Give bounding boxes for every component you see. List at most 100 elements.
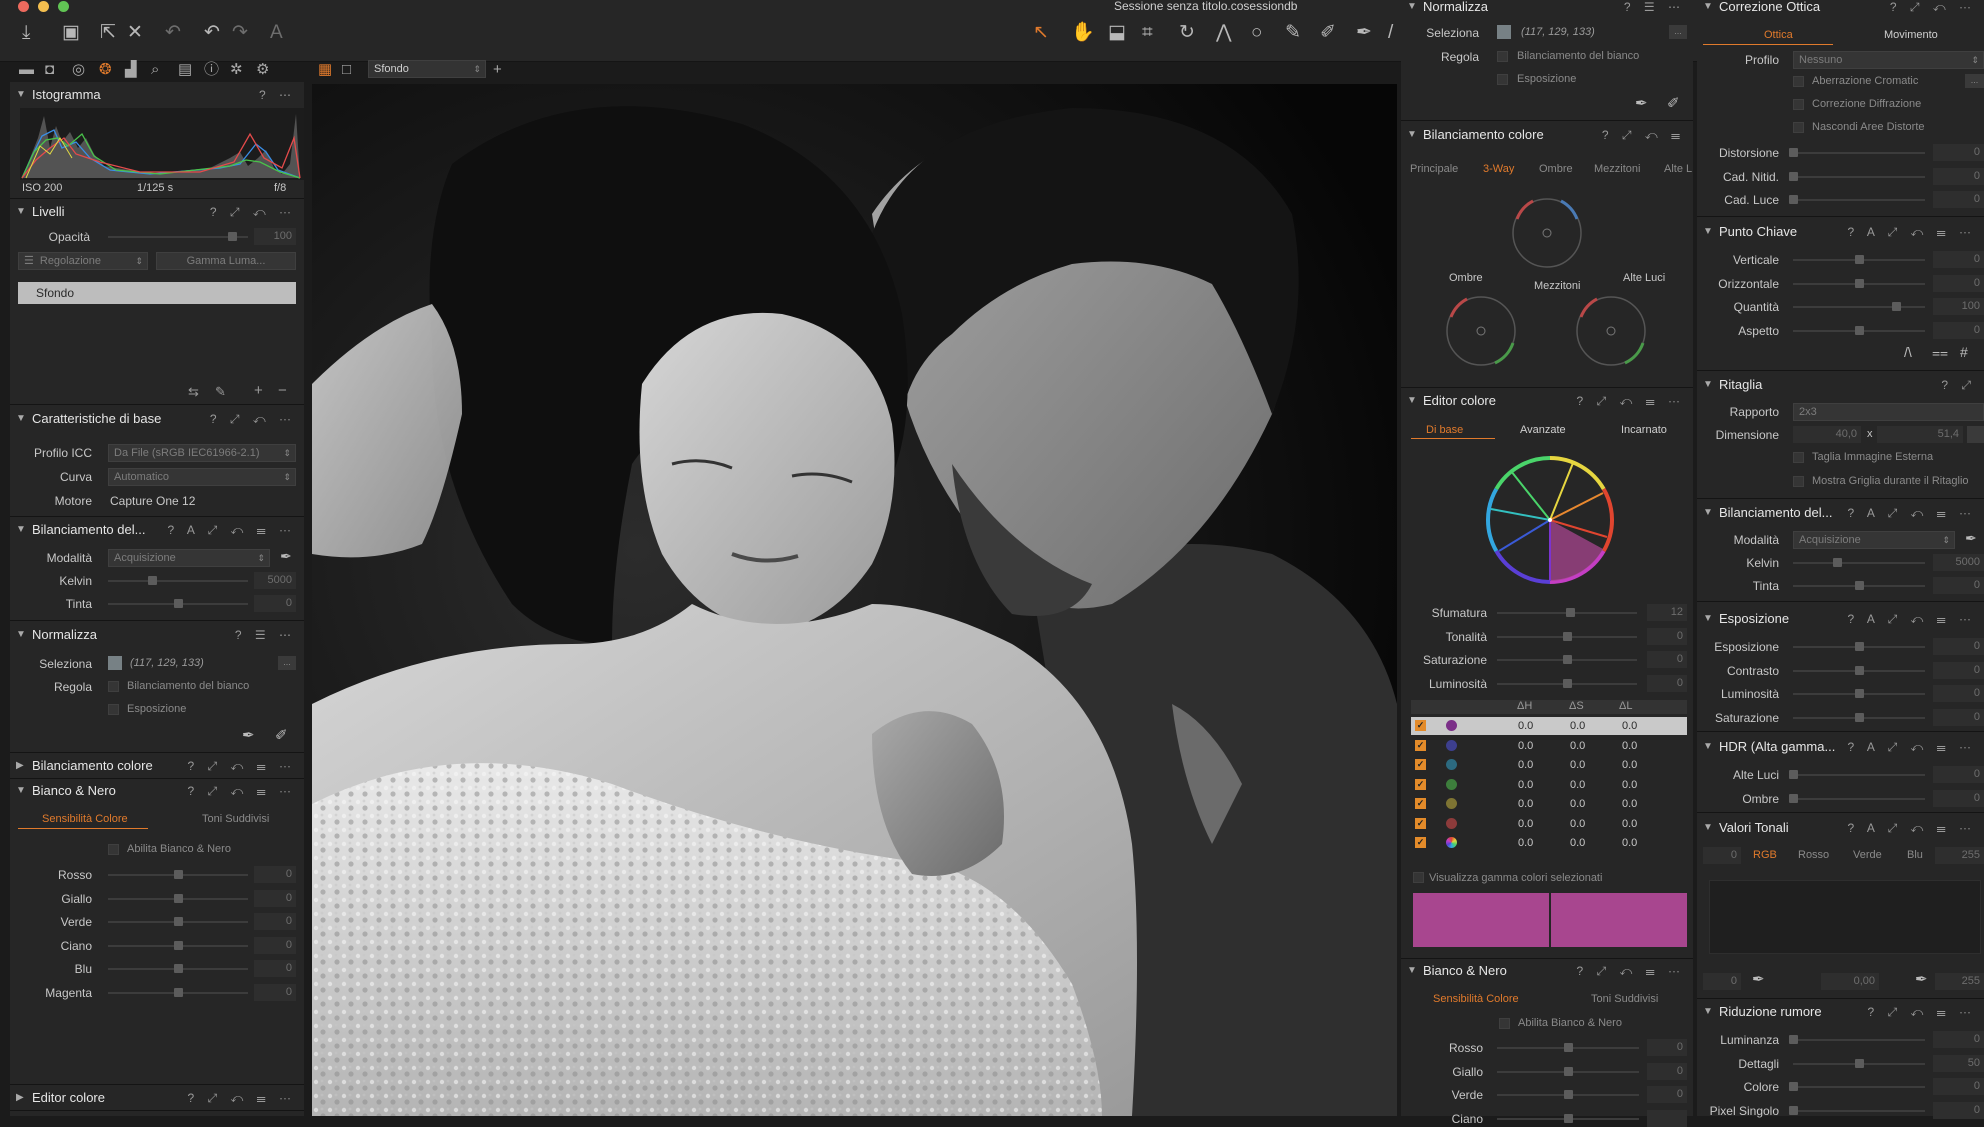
image-viewer[interactable] [312, 84, 1397, 1116]
optics-cad-nitid--slider-knob[interactable] [1789, 171, 1798, 181]
tab-ce-advanced[interactable]: Avanzate [1520, 424, 1566, 436]
tool-options-icon[interactable]: ? ⤢ ↶ ☰ ⋯ [1868, 1000, 1976, 1024]
noise-colore-value[interactable]: 0 [1933, 1078, 1984, 1095]
color-balance-header[interactable]: ▼ Bilanciamento colore ? ⤢ ↶ ☰ [1401, 123, 1693, 147]
keystone-quantit--value[interactable]: 100 [1933, 298, 1984, 315]
diffraction-checkbox[interactable] [1793, 99, 1804, 110]
tab-levels-red[interactable]: Rosso [1798, 849, 1829, 861]
color-range-checkbox[interactable]: ✓ [1415, 817, 1426, 829]
bw-header[interactable]: ▼ Bianco & Nero ? ⤢ ↶ ☰ ⋯ [1401, 959, 1693, 983]
loupe-icon[interactable]: ⬓ [1108, 22, 1126, 44]
tool-options-icon[interactable]: ? ⤢ [1941, 373, 1976, 397]
zoom-window-button[interactable] [58, 1, 69, 12]
bw-ciano-slider-knob[interactable] [1564, 1113, 1573, 1123]
crop-height[interactable]: 51,4 [1877, 426, 1963, 443]
apply-normalize-icon[interactable]: ✐ [1667, 94, 1680, 112]
tint-slider-knob[interactable] [1855, 581, 1864, 590]
tint-value[interactable]: 0 [254, 595, 296, 612]
ce-tonalità-value[interactable]: 0 [1647, 627, 1687, 645]
crop-grid-checkbox[interactable] [1793, 476, 1804, 487]
color-tab-icon[interactable]: ❂ [99, 61, 112, 79]
exposure-esposizione-value[interactable]: 0 [1933, 638, 1984, 655]
details-tab-icon[interactable]: ⌕ [151, 61, 159, 79]
tool-options-icon[interactable]: ? A ⤢ ↶ ☰ ⋯ [168, 518, 296, 542]
crop-outside-checkbox[interactable] [1793, 452, 1804, 463]
levels-output-high[interactable]: 255 [1935, 973, 1984, 990]
bw-enable-checkbox[interactable] [1499, 1018, 1510, 1029]
base-char-header[interactable]: ▼ Caratteristiche di base ? ⤢ ↶ ⋯ [10, 407, 304, 431]
bw-giallo-slider-knob[interactable] [174, 893, 183, 903]
crop-header[interactable]: ▼ Ritaglia ? ⤢ [1697, 373, 1984, 397]
bw-enable-checkbox[interactable] [108, 844, 119, 855]
keystone-quantit--slider[interactable] [1793, 306, 1925, 308]
bw-blu-value[interactable]: 0 [254, 960, 296, 977]
color-range-checkbox[interactable]: ✓ [1415, 739, 1426, 751]
curve-dropdown[interactable]: Automatico ⇕ [108, 468, 296, 486]
kelvin-slider[interactable] [1793, 562, 1925, 564]
noise-colore-slider-knob[interactable] [1789, 1082, 1798, 1091]
spot-removal-icon[interactable]: ○ [1251, 22, 1262, 44]
color-balance-header[interactable]: ▶ Bilanciamento colore ? ⤢ ↶ ☰ ⋯ [10, 754, 304, 778]
optics-header[interactable]: ▼ Correzione Ottica ? ⤢ ↶ ⋯ [1697, 0, 1984, 19]
brush-icon[interactable]: ✎ [1285, 22, 1301, 44]
exposure-saturazione-slider-knob[interactable] [1855, 712, 1864, 722]
eraser-icon[interactable]: ✐ [1320, 22, 1336, 44]
tool-options-icon[interactable]: ? ⤢ ↶ ☰ ⋯ [1577, 959, 1685, 983]
exposure-contrasto-value[interactable]: 0 [1933, 661, 1984, 679]
optics-distorsione-slider-knob[interactable] [1789, 148, 1798, 157]
tool-options-icon[interactable]: ? ⤢ ↶ ☰ ⋯ [188, 754, 296, 778]
hdr-ombre-slider-knob[interactable] [1789, 793, 1798, 803]
layer-row-background[interactable]: Sfondo [18, 282, 296, 304]
batch-tab-icon[interactable]: ⚙ [256, 61, 269, 79]
hdr-alte-luci-slider-knob[interactable] [1789, 770, 1798, 779]
color-editor-wheel[interactable] [1483, 453, 1617, 587]
normalize-color-swatch[interactable] [1497, 25, 1511, 39]
crop-lock-button[interactable] [1967, 426, 1984, 443]
exposure-tab-icon[interactable]: ▟ [125, 61, 137, 79]
lens-profile-dropdown[interactable]: Nessuno ⇕ [1793, 51, 1984, 69]
tab-levels-rgb[interactable]: RGB [1753, 849, 1777, 861]
tool-options-icon[interactable]: ? A ⤢ ↶ ☰ ⋯ [1848, 220, 1976, 244]
export-icon[interactable]: ⇱ [100, 22, 116, 44]
import-icon[interactable]: ⤓ [22, 22, 30, 44]
hdr-ombre-value[interactable]: 0 [1933, 789, 1984, 807]
noise-colore-slider[interactable] [1793, 1086, 1925, 1088]
tab-levels-blue[interactable]: Blu [1907, 849, 1923, 861]
tool-options-icon[interactable]: ? ⤢ ↶ ⋯ [1890, 0, 1976, 19]
exposure-header[interactable]: ▼ Esposizione ? A ⤢ ↶ ☰ ⋯ [1697, 607, 1984, 631]
redo-icon[interactable]: ↷ [232, 22, 248, 44]
noise-pixel-singolo-slider[interactable] [1793, 1109, 1925, 1112]
ce-luminosità-value[interactable]: 0 [1647, 674, 1687, 692]
more-button[interactable]: ... [1669, 25, 1687, 39]
optics-distorsione-slider[interactable] [1793, 152, 1925, 154]
add-layer-icon[interactable]: + [254, 382, 263, 399]
exposure-luminosit--value[interactable]: 0 [1933, 685, 1984, 702]
keystone-orizzontale-slider-knob[interactable] [1855, 278, 1864, 288]
normalize-exp-checkbox[interactable] [1497, 74, 1508, 85]
black-point-picker-icon[interactable]: ✒ [1752, 970, 1765, 988]
tool-options-icon[interactable]: ? ⋯ [259, 83, 296, 107]
bw-verde-slider-knob[interactable] [174, 917, 183, 926]
color-editor-header[interactable]: ▼ Editor colore ? ⤢ ↶ ☰ ⋯ [1401, 389, 1693, 413]
wb-picker-icon[interactable]: ✒ [1965, 530, 1977, 547]
ratio-dropdown[interactable]: 2x3 [1793, 403, 1984, 421]
ce-sfumatura-value[interactable]: 12 [1647, 604, 1687, 621]
layers-header[interactable]: ▼ Livelli ? ⤢ ↶ ⋯ [10, 200, 304, 224]
gamma-luma-button[interactable]: Gamma Luma... [156, 252, 296, 270]
white-point-picker-icon[interactable]: ✒ [1915, 970, 1928, 988]
pick-normalize-icon[interactable]: ✒ [1635, 94, 1648, 112]
ce-tonalità-slider-knob[interactable] [1563, 631, 1572, 641]
keystone-vertical-icon[interactable]: /\ [1904, 344, 1912, 360]
show-gamut-checkbox[interactable] [1413, 872, 1424, 883]
lens-tab-icon[interactable]: ◎ [72, 61, 85, 79]
brush-menu-icon[interactable]: ✎ [215, 384, 226, 400]
bw-blu-slider-knob[interactable] [174, 964, 183, 973]
close-window-button[interactable] [18, 1, 29, 12]
optics-cad-luce-value[interactable]: 0 [1933, 191, 1984, 208]
normalize-wb-checkbox[interactable] [108, 681, 119, 692]
color-range-checkbox[interactable]: ✓ [1415, 837, 1426, 848]
tab-cb-shadows[interactable]: Ombre [1539, 163, 1573, 175]
grid-view-icon[interactable]: ▦ [318, 61, 332, 79]
keystone-icon[interactable]: ⋀ [1216, 22, 1232, 44]
noise-luminanza-slider-knob[interactable] [1789, 1035, 1798, 1044]
